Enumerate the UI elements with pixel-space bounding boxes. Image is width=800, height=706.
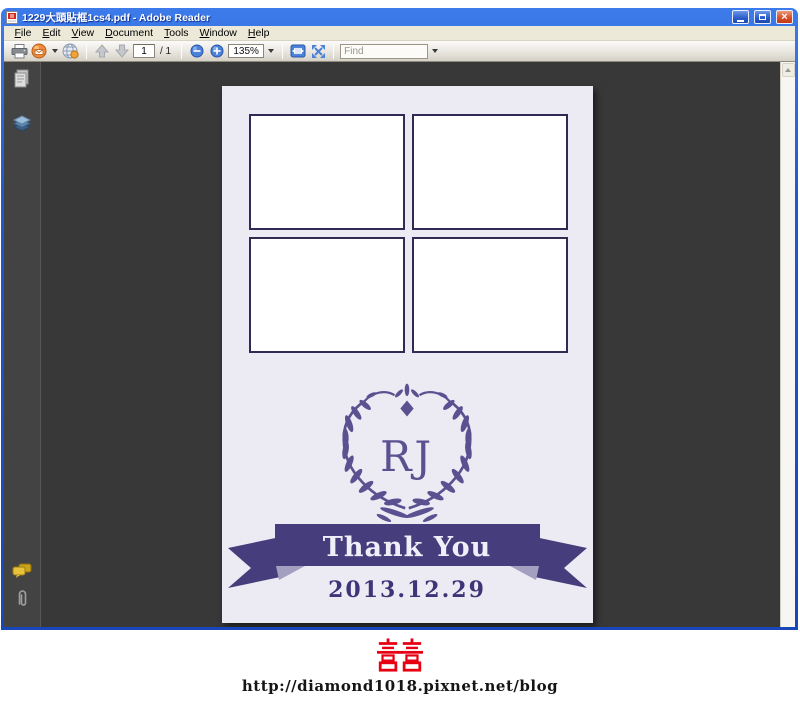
minimize-button[interactable] <box>732 10 749 24</box>
pdf-page: RJ Thank You 2013.12.29 <box>222 86 593 623</box>
crest-diamond <box>400 400 414 417</box>
vertical-scrollbar[interactable] <box>780 62 795 627</box>
zoom-in-icon <box>210 44 224 58</box>
collaborate-icon <box>62 43 79 59</box>
fullscreen-icon <box>311 44 325 58</box>
zoom-dropdown-caret[interactable] <box>268 49 275 53</box>
monogram-text: RJ <box>380 432 434 481</box>
main-area: RJ Thank You 2013.12.29 <box>4 62 795 627</box>
photo-slot <box>412 114 568 230</box>
blog-url: http://diamond1018.pixnet.net/blog <box>241 677 559 695</box>
previous-page-icon <box>95 44 109 58</box>
email-button[interactable] <box>30 42 48 60</box>
attachments-panel-button[interactable] <box>15 589 29 607</box>
zoom-level-box[interactable]: 135% <box>228 44 265 58</box>
toolbar-divider <box>333 43 335 59</box>
menu-view[interactable]: View <box>66 27 100 39</box>
window-title: 1229大頭貼框1cs4.pdf - Adobe Reader <box>22 11 211 24</box>
layers-icon <box>12 115 32 132</box>
adobe-reader-window: 1229大頭貼框1cs4.pdf - Adobe Reader × File E… <box>1 8 798 630</box>
toolbar-divider <box>86 43 87 59</box>
collaborate-button[interactable] <box>62 42 80 60</box>
fit-width-button[interactable] <box>289 42 307 60</box>
restore-button[interactable] <box>754 10 771 24</box>
menu-tools[interactable]: Tools <box>159 27 195 39</box>
find-dropdown-caret[interactable] <box>432 49 439 53</box>
wedding-date: 2013.12.29 <box>328 577 486 603</box>
thank-you-banner: Thank You 2013.12.29 <box>228 524 587 603</box>
photo-slot <box>249 114 405 230</box>
close-button[interactable]: × <box>776 10 793 24</box>
photo-slot <box>249 237 405 353</box>
double-happiness-icon <box>377 637 425 672</box>
scroll-up-button[interactable] <box>781 63 795 77</box>
zoom-out-icon <box>190 44 204 58</box>
next-page-icon <box>115 44 129 58</box>
menu-help[interactable]: Help <box>242 27 275 39</box>
menu-window[interactable]: Window <box>194 27 242 39</box>
double-happiness-symbol <box>0 637 800 678</box>
fullscreen-button[interactable] <box>309 42 327 60</box>
banner-text: Thank You <box>323 532 492 563</box>
page-number-input[interactable] <box>133 44 155 58</box>
comments-icon <box>12 563 32 578</box>
toolbar-divider <box>282 43 284 59</box>
menu-document[interactable]: Document <box>100 27 159 39</box>
close-icon: × <box>781 10 788 23</box>
ribbon-right-fold <box>510 566 539 580</box>
navigation-panel <box>4 62 41 627</box>
email-icon <box>31 43 47 59</box>
pages-icon <box>14 69 29 88</box>
titlebar: 1229大頭貼框1cs4.pdf - Adobe Reader × <box>4 8 795 26</box>
scroll-up-icon <box>785 68 791 72</box>
photo-frame-grid <box>249 114 568 353</box>
print-button[interactable] <box>10 42 28 60</box>
minimize-icon <box>737 19 744 22</box>
photo-slot <box>412 237 568 353</box>
menu-bar: File Edit View Document Tools Window Hel… <box>4 26 795 41</box>
toolbar-divider <box>181 43 183 59</box>
menu-file[interactable]: File <box>9 27 37 39</box>
document-area: RJ Thank You 2013.12.29 <box>41 62 780 627</box>
zoom-in-button[interactable] <box>208 42 226 60</box>
monogram-wreath: RJ <box>342 383 475 522</box>
previous-page-button[interactable] <box>93 42 111 60</box>
toolbar: / 1 135% <box>4 41 795 62</box>
print-icon <box>11 43 27 58</box>
fit-width-icon <box>290 44 306 58</box>
next-page-button[interactable] <box>113 42 131 60</box>
zoom-out-button[interactable] <box>188 42 206 60</box>
find-input[interactable] <box>340 43 429 59</box>
attachments-icon <box>18 590 27 606</box>
page-total-label: / 1 <box>160 45 172 57</box>
restore-icon <box>759 14 766 20</box>
menu-edit[interactable]: Edit <box>37 27 66 39</box>
ribbon-left-fold <box>276 566 305 580</box>
comments-panel-button[interactable] <box>12 563 32 579</box>
layers-panel-button[interactable] <box>12 115 32 133</box>
pages-panel-button[interactable] <box>13 69 31 89</box>
email-dropdown-caret[interactable] <box>52 49 58 53</box>
pdf-file-icon <box>6 10 18 24</box>
